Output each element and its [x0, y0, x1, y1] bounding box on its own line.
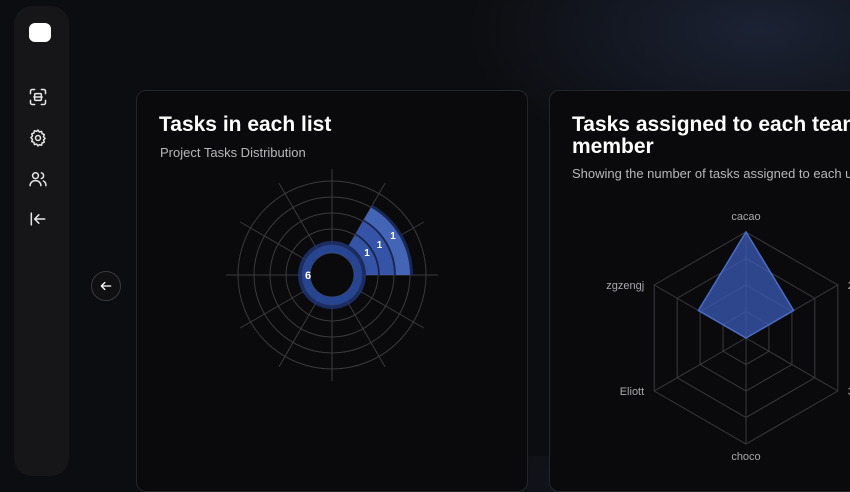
- gear-icon[interactable]: [27, 127, 49, 149]
- grid-spoke: [278, 293, 322, 368]
- radar-series: [697, 230, 795, 339]
- back-button[interactable]: [91, 271, 121, 301]
- app-logo[interactable]: [29, 23, 51, 42]
- grid-spoke: [239, 285, 314, 329]
- grid-spoke: [350, 285, 425, 329]
- data-label: 6: [305, 270, 311, 282]
- data-label: 1: [377, 240, 383, 251]
- radar-chart: cacao23chocoEliottzgzengj: [606, 211, 850, 463]
- grid-spoke: [239, 221, 314, 265]
- axis-label: cacao: [731, 211, 760, 223]
- scan-icon[interactable]: [27, 86, 49, 108]
- axis-label: zgzengj: [606, 280, 644, 292]
- grid-spoke: [342, 293, 386, 368]
- data-label: 1: [390, 231, 396, 242]
- polar-bar-chart: 6111: [226, 169, 438, 381]
- tasks-per-member-card: Tasks assigned to each team member Showi…: [549, 90, 850, 492]
- grid-spoke: [278, 182, 322, 257]
- arrow-left-icon: [100, 281, 112, 291]
- grid-ring: [309, 252, 355, 298]
- axis-label: choco: [731, 451, 760, 463]
- axis-label: Eliott: [620, 386, 644, 398]
- tasks-per-list-card: Tasks in each list Project Tasks Distrib…: [136, 90, 528, 492]
- data-label: 1: [364, 248, 370, 259]
- users-icon[interactable]: [27, 168, 49, 190]
- collapse-left-icon[interactable]: [27, 208, 49, 230]
- sidebar: [14, 6, 69, 476]
